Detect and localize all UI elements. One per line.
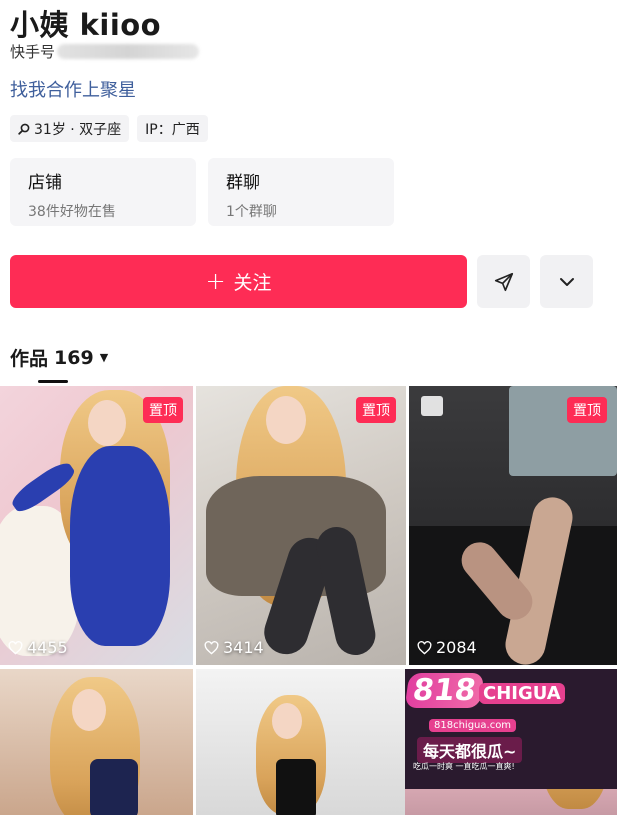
work-item[interactable]: 置顶 2084 (409, 386, 617, 665)
group-chat-card-title: 群聊 (226, 173, 260, 193)
work-thumbnail (196, 669, 406, 815)
work-thumbnail (196, 386, 406, 665)
work-thumbnail (0, 669, 193, 815)
more-button[interactable] (540, 255, 593, 308)
pinned-badge: 置顶 (356, 397, 396, 423)
work-item[interactable]: 818 CHIGUA 818chigua.com 每天都很瓜~ 吃瓜一时爽 一直… (405, 669, 617, 815)
promo-logo-word: CHIGUA (479, 683, 565, 704)
promo-url: 818chigua.com (429, 719, 517, 732)
profile-name: 小姨 kiioo (10, 8, 162, 42)
ip-location-label: IP：广西 (145, 121, 200, 138)
heart-icon (8, 640, 23, 655)
works-tab-underline (38, 380, 68, 383)
follow-button[interactable]: + 关注 (10, 255, 467, 308)
promo-banner[interactable]: 818 CHIGUA 818chigua.com 每天都很瓜~ 吃瓜一时爽 一直… (405, 669, 617, 789)
work-item[interactable]: 置顶 4455 (0, 386, 193, 665)
work-thumbnail (409, 386, 617, 665)
age-zodiac-tag: 31岁 · 双子座 (10, 115, 130, 142)
heart-icon (204, 640, 219, 655)
like-count-value: 4455 (27, 638, 68, 657)
share-button[interactable] (477, 255, 530, 308)
kuaishou-id-label: 快手号 (10, 43, 56, 61)
shop-card-title: 店铺 (28, 173, 62, 193)
like-count-value: 2084 (436, 638, 477, 657)
like-count: 4455 (8, 638, 68, 657)
promo-slogan: 每天都很瓜~ (417, 737, 523, 763)
image-post-icon (421, 396, 443, 416)
caret-down-icon: ▼ (99, 351, 109, 364)
promo-logo-number: 818 (405, 673, 485, 708)
profile-tags: 31岁 · 双子座 IP：广西 (10, 115, 208, 142)
work-thumbnail (0, 386, 193, 665)
like-count-value: 3414 (223, 638, 264, 657)
work-item[interactable] (196, 669, 406, 815)
heart-icon (417, 640, 432, 655)
send-icon (494, 272, 513, 291)
work-item[interactable]: 置顶 3414 (196, 386, 406, 665)
ip-location-tag: IP：广西 (137, 115, 208, 142)
shop-card-subtitle: 38件好物在售 (28, 204, 116, 220)
search-icon (18, 123, 30, 135)
pinned-badge: 置顶 (567, 397, 607, 423)
cooperation-link[interactable]: 找我合作上聚星 (10, 76, 136, 102)
works-tab[interactable]: 作品 169 ▼ (10, 344, 108, 371)
age-zodiac-label: 31岁 · 双子座 (34, 121, 122, 138)
pinned-badge: 置顶 (143, 397, 183, 423)
like-count: 3414 (204, 638, 264, 657)
group-chat-card-subtitle: 1个群聊 (226, 204, 277, 220)
follow-button-label: 关注 (233, 272, 272, 294)
work-item[interactable] (0, 669, 193, 815)
kuaishou-id: 快手号 (10, 41, 200, 62)
plus-icon: + (205, 266, 226, 295)
shop-card[interactable]: 店铺 38件好物在售 (10, 158, 196, 226)
works-count: 169 (54, 346, 94, 369)
works-tab-label: 作品 (10, 348, 49, 370)
profile-cards: 店铺 38件好物在售 群聊 1个群聊 (10, 158, 394, 226)
group-chat-card[interactable]: 群聊 1个群聊 (208, 158, 394, 226)
promo-small-text: 吃瓜一时爽 一直吃瓜一直爽! (413, 762, 515, 771)
like-count: 2084 (417, 638, 477, 657)
chevron-down-icon (559, 277, 574, 286)
works-grid: 置顶 4455 置顶 3414 置顶 2084 818 CHIGUA 818ch… (0, 386, 617, 815)
kuaishou-id-value-blurred (57, 44, 200, 59)
